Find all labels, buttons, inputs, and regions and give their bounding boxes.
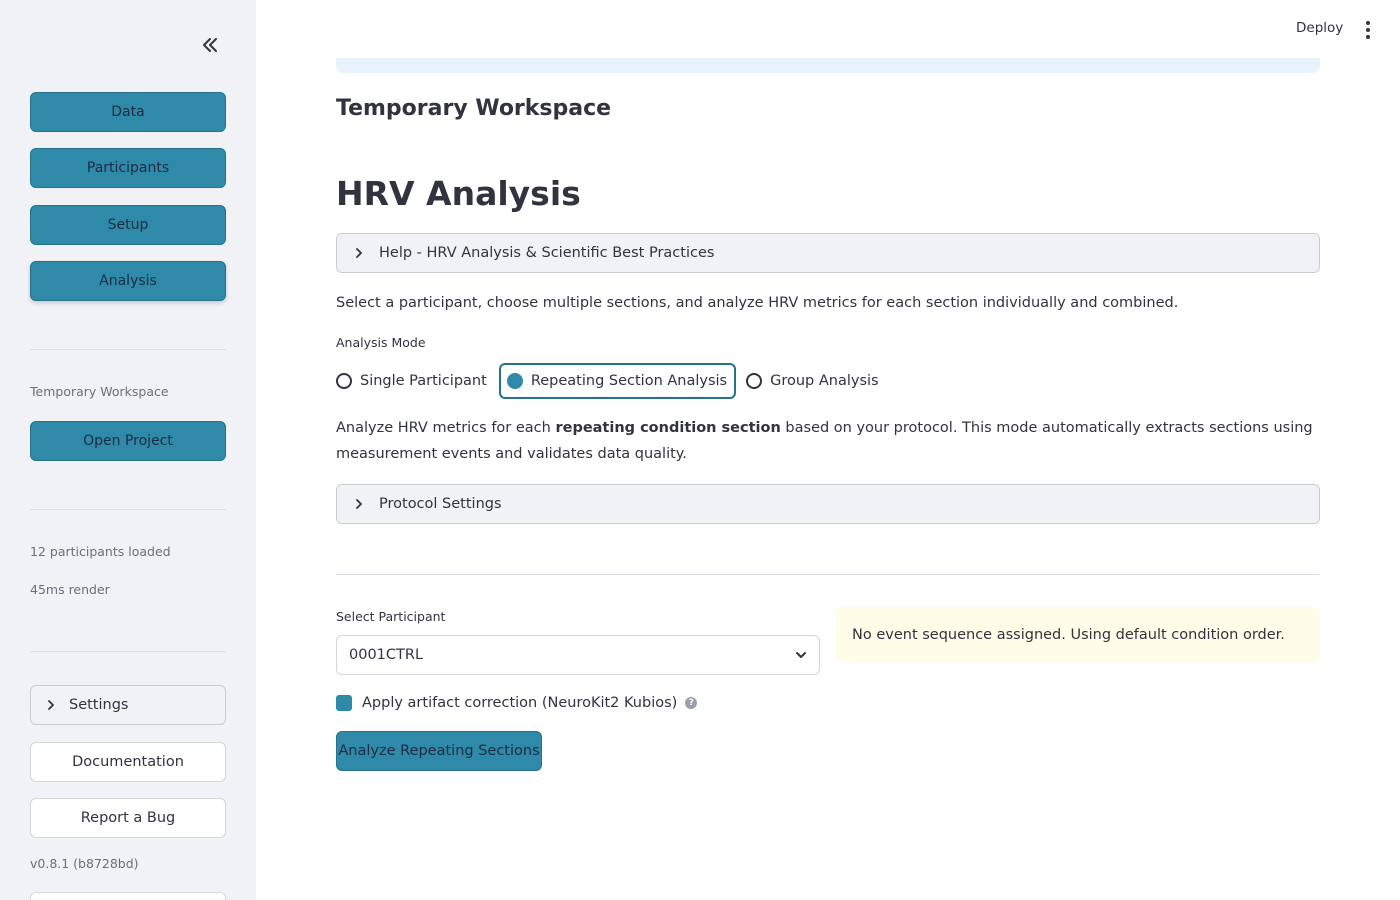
participant-select-value: 0001CTRL (349, 647, 424, 663)
nav-data-button[interactable]: Data (30, 92, 226, 132)
artifact-correction-label: Apply artifact correction (NeuroKit2 Kub… (362, 695, 678, 711)
select-participant-label: Select Participant (336, 609, 446, 624)
version-text: v0.8.1 (b8728bd) (30, 856, 139, 871)
report-bug-button[interactable]: Report a Bug (30, 798, 226, 838)
chevron-down-icon (795, 647, 807, 663)
nav-setup-button[interactable]: Setup (30, 205, 226, 245)
nav-participants-button[interactable]: Participants (30, 148, 226, 188)
artifact-correction-row: Apply artifact correction (NeuroKit2 Kub… (336, 692, 698, 714)
workspace-title: Temporary Workspace (336, 96, 612, 121)
sidebar: Data Participants Setup Analysis Tempora… (0, 0, 256, 900)
analysis-mode-radio-group: Single Participant Repeating Section Ana… (336, 363, 879, 399)
mode-description: Analyze HRV metrics for each repeating c… (336, 415, 1320, 467)
protocol-settings-expander[interactable]: Protocol Settings (336, 484, 1320, 524)
info-banner (336, 58, 1320, 73)
radio-repeating-section-analysis[interactable]: Repeating Section Analysis (498, 363, 737, 399)
settings-expander[interactable]: Settings (30, 685, 226, 725)
participants-loaded-text: 12 participants loaded (30, 544, 171, 559)
intro-text: Select a participant, choose multiple se… (336, 295, 1179, 311)
render-time-text: 45ms render (30, 582, 110, 597)
radio-label: Repeating Section Analysis (530, 373, 728, 389)
sidebar-divider (30, 651, 226, 652)
protocol-settings-label: Protocol Settings (379, 496, 502, 512)
analysis-mode-label: Analysis Mode (336, 335, 426, 350)
radio-circle (746, 373, 763, 389)
help-expander-label: Help - HRV Analysis & Scientific Best Pr… (379, 245, 715, 261)
artifact-correction-checkbox[interactable] (336, 695, 352, 711)
warning-alert: No event sequence assigned. Using defaul… (836, 607, 1320, 662)
chevron-right-icon (355, 498, 363, 510)
radio-label: Group Analysis (770, 373, 879, 389)
documentation-button[interactable]: Documentation (30, 742, 226, 782)
radio-circle-selected (506, 373, 523, 389)
chevrons-left-icon (202, 37, 218, 56)
sidebar-extra-button[interactable] (30, 892, 226, 900)
deploy-button[interactable]: Deploy (1296, 20, 1343, 36)
analyze-repeating-sections-button[interactable]: Analyze Repeating Sections (336, 731, 542, 771)
mode-description-prefix: Analyze HRV metrics for each (336, 420, 556, 436)
radio-circle (336, 373, 352, 389)
workspace-caption: Temporary Workspace (30, 384, 169, 399)
open-project-button[interactable]: Open Project (30, 421, 226, 461)
settings-label: Settings (69, 697, 129, 713)
sidebar-divider (30, 509, 226, 510)
nav-analysis-button[interactable]: Analysis (30, 261, 226, 301)
radio-single-participant[interactable]: Single Participant (336, 363, 487, 399)
radio-group-analysis[interactable]: Group Analysis (746, 363, 879, 399)
chevron-right-icon (355, 247, 363, 259)
collapse-sidebar-button[interactable] (196, 33, 224, 59)
help-expander[interactable]: Help - HRV Analysis & Scientific Best Pr… (336, 233, 1320, 273)
participant-select[interactable]: 0001CTRL (336, 635, 820, 675)
chevron-right-icon (47, 699, 55, 711)
page-title: HRV Analysis (336, 174, 581, 213)
help-tooltip-icon[interactable]: ? (685, 697, 698, 709)
kebab-menu-icon[interactable] (1360, 20, 1376, 40)
section-divider (336, 574, 1320, 575)
radio-label: Single Participant (360, 373, 487, 389)
mode-description-bold: repeating condition section (555, 420, 781, 436)
sidebar-divider (30, 349, 226, 350)
